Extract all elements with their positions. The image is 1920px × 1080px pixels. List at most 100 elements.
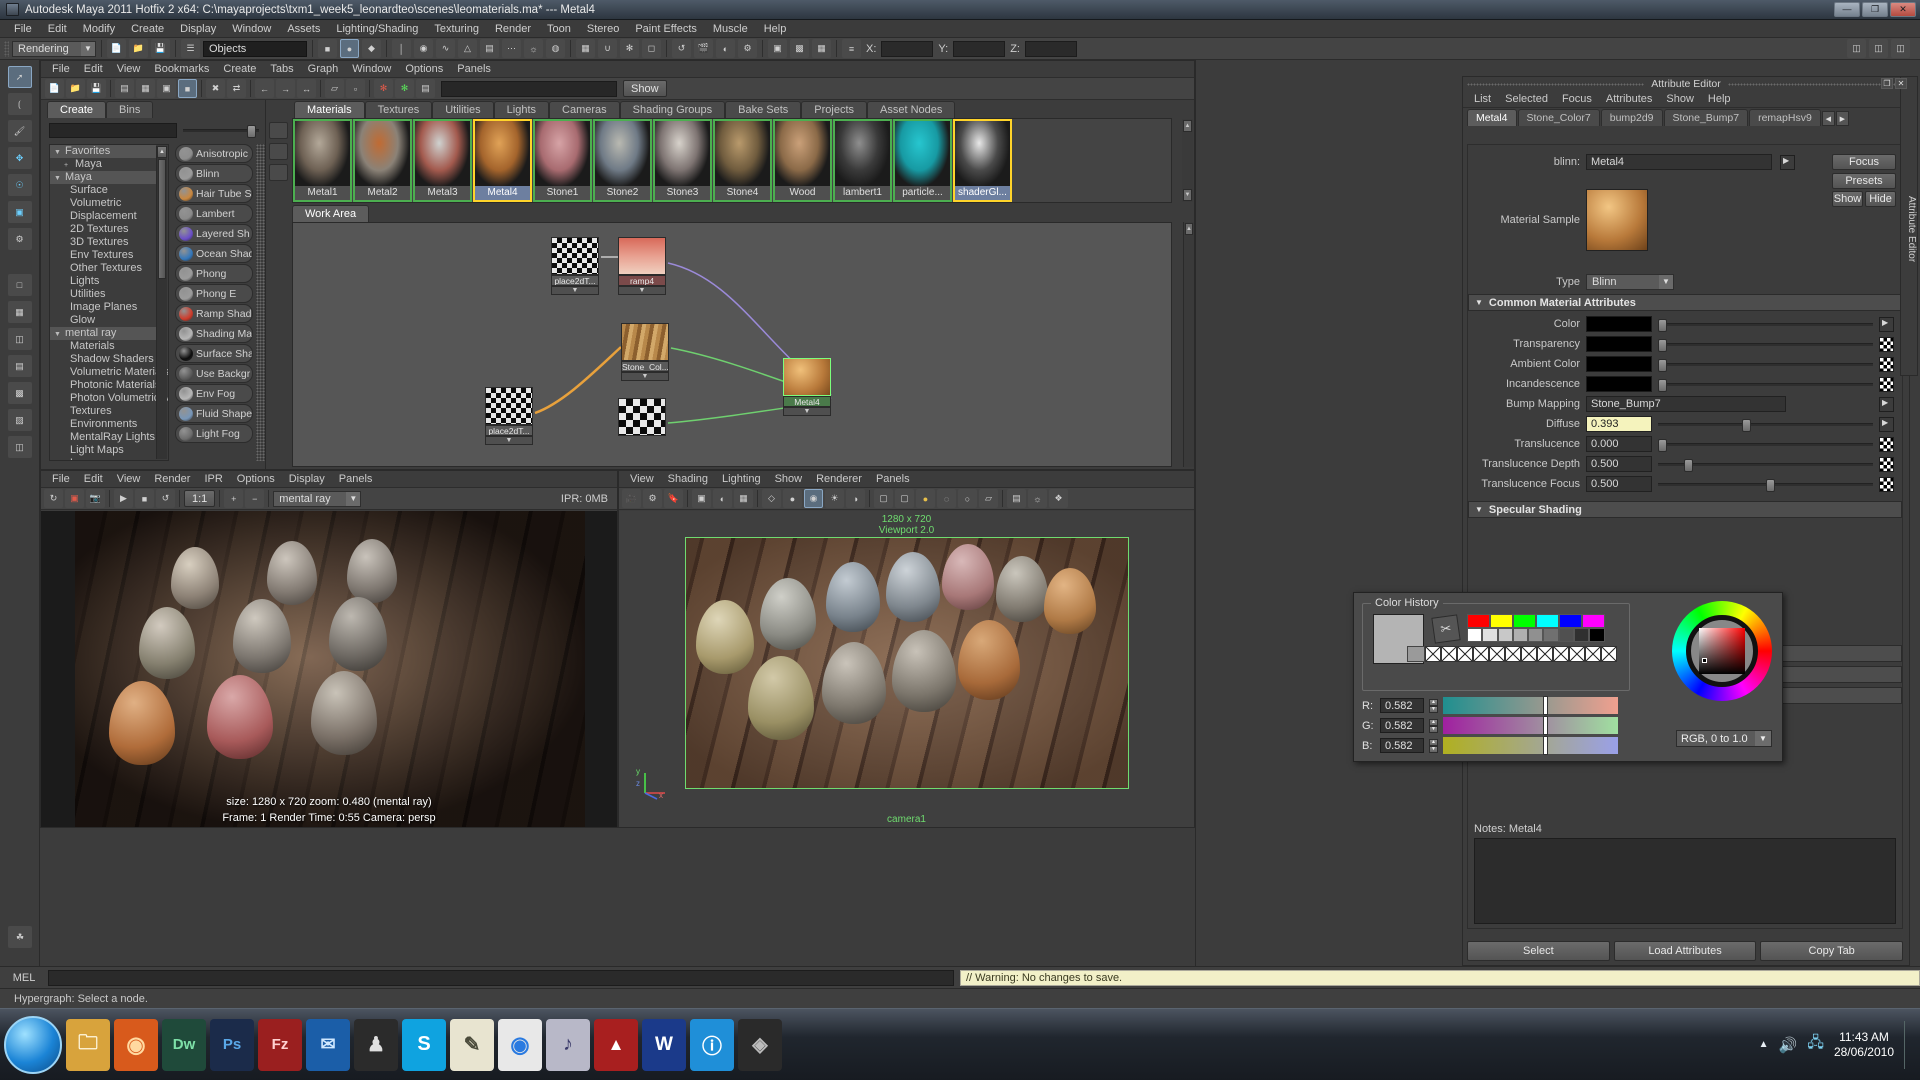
viewport-menu-shading[interactable]: Shading bbox=[661, 471, 715, 488]
slider-thumb[interactable] bbox=[1658, 359, 1667, 372]
ae-close-button[interactable]: ✕ bbox=[1895, 78, 1907, 89]
attr-slider-translucence[interactable] bbox=[1658, 443, 1873, 446]
create-bar-filter-input[interactable] bbox=[49, 123, 177, 138]
chrome-icon[interactable]: ◉ bbox=[498, 1019, 542, 1071]
toolbar-gripper[interactable] bbox=[4, 41, 9, 57]
menu-texturing[interactable]: Texturing bbox=[426, 20, 487, 38]
shader-item-ramp-shad[interactable]: Ramp Shad bbox=[175, 304, 253, 323]
dreamweaver-icon[interactable]: Dw bbox=[162, 1019, 206, 1071]
dock-tab-attribute-editor[interactable]: Attribute Editor bbox=[1900, 76, 1918, 376]
twisty-icon[interactable]: ▼ bbox=[54, 172, 65, 185]
color-history-cell-9[interactable] bbox=[1569, 646, 1585, 662]
work-area-left-grip[interactable] bbox=[266, 222, 278, 467]
material-swatch-lambert1[interactable]: lambert1 bbox=[833, 119, 892, 202]
vp-image-plane-icon[interactable]: ▣ bbox=[692, 489, 711, 508]
ae-menu-show[interactable]: Show bbox=[1659, 91, 1701, 108]
hs-graph-materials-icon[interactable]: ✻ bbox=[374, 79, 393, 98]
tab-create[interactable]: Create bbox=[47, 101, 106, 118]
channel-spinner[interactable]: ▲▼ bbox=[1429, 699, 1438, 713]
color-history-cell-3[interactable] bbox=[1473, 646, 1489, 662]
scroll-down-icon[interactable]: ▼ bbox=[1183, 189, 1192, 201]
mask-joints-icon[interactable]: ◉ bbox=[414, 39, 433, 58]
channel-slider[interactable] bbox=[1443, 717, 1618, 734]
shader-item-env-fog[interactable]: Env Fog bbox=[175, 384, 253, 403]
palette-hue-3[interactable] bbox=[1536, 614, 1559, 628]
notepad-icon[interactable]: ✎ bbox=[450, 1019, 494, 1071]
node-checker-texture[interactable] bbox=[618, 398, 666, 436]
rv-ipr-start-icon[interactable]: ▶ bbox=[114, 489, 133, 508]
render-view-menu-render[interactable]: Render bbox=[147, 471, 197, 488]
layout-two-panes-icon[interactable]: ◫ bbox=[8, 436, 32, 458]
work-area-scrollbar[interactable]: ▲ bbox=[1183, 222, 1194, 467]
presets-button[interactable]: Presets bbox=[1832, 173, 1896, 189]
runner-icon[interactable]: ♟ bbox=[354, 1019, 398, 1071]
vp-texture-filter-icon[interactable]: ▤ bbox=[1007, 489, 1026, 508]
show-sidebar-icon[interactable]: ◫ bbox=[1847, 39, 1866, 58]
word-icon[interactable]: W bbox=[642, 1019, 686, 1071]
spinner-up-icon[interactable]: ▲ bbox=[1429, 739, 1438, 746]
vp-two-sided-lighting-icon[interactable]: ◐ bbox=[713, 489, 732, 508]
filezilla-icon[interactable]: Fz bbox=[258, 1019, 302, 1071]
color-history-cell-1[interactable] bbox=[1441, 646, 1457, 662]
tree-item-surface[interactable]: Surface bbox=[50, 184, 156, 197]
scroll-up-icon[interactable]: ▲ bbox=[1183, 120, 1192, 132]
palette-hue-2[interactable] bbox=[1513, 614, 1536, 628]
attr-color-swatch-transparency[interactable] bbox=[1586, 336, 1652, 352]
palette-gray-0[interactable] bbox=[1467, 628, 1482, 642]
palette-gray-3[interactable] bbox=[1513, 628, 1528, 642]
attr-input-bump-mapping[interactable]: Stone_Bump7 bbox=[1586, 396, 1786, 412]
slider-thumb[interactable] bbox=[1658, 319, 1667, 332]
palette-hue-0[interactable] bbox=[1467, 614, 1490, 628]
tree-item-glow[interactable]: Glow bbox=[50, 314, 156, 327]
attr-slider-translucence-focus[interactable] bbox=[1658, 483, 1873, 486]
show-button[interactable]: Show bbox=[1832, 191, 1863, 207]
attr-slider-diffuse[interactable] bbox=[1658, 423, 1873, 426]
scroll-up-icon[interactable]: ▲ bbox=[157, 146, 167, 158]
close-button[interactable]: ✕ bbox=[1890, 2, 1916, 17]
history-current-cell[interactable] bbox=[1407, 646, 1425, 662]
hs-rearrange-graph-icon[interactable]: ⇄ bbox=[227, 79, 246, 98]
spinner-down-icon[interactable]: ▼ bbox=[1429, 746, 1438, 753]
layout-single-perspective-icon[interactable]: □ bbox=[8, 274, 32, 296]
node-stone-color7[interactable]: Stone_Col... ▼ bbox=[621, 323, 669, 381]
scroll-up-icon[interactable]: ▲ bbox=[1185, 223, 1193, 235]
attr-color-swatch-color[interactable] bbox=[1586, 316, 1652, 332]
tab-work-area[interactable]: Work Area bbox=[292, 205, 369, 222]
vp-textured-icon[interactable]: ◉ bbox=[804, 489, 823, 508]
attr-map-button-incandescence[interactable] bbox=[1879, 377, 1894, 392]
attr-input-translucence-focus[interactable]: 0.500 bbox=[1586, 476, 1652, 492]
select-button[interactable]: Select bbox=[1467, 941, 1610, 961]
menu-create[interactable]: Create bbox=[123, 20, 172, 38]
node-editor-icon[interactable]: ▦ bbox=[812, 39, 831, 58]
hs-save-icon[interactable]: 💾 bbox=[87, 79, 106, 98]
mask-rendering-icon[interactable]: ☼ bbox=[524, 39, 543, 58]
ae-menu-help[interactable]: Help bbox=[1701, 91, 1738, 108]
color-history-cell-0[interactable] bbox=[1425, 646, 1441, 662]
palette-hue-row[interactable] bbox=[1467, 614, 1605, 628]
tree-item-other-textures[interactable]: Other Textures bbox=[50, 262, 156, 275]
browser-tab-projects[interactable]: Projects bbox=[801, 101, 867, 118]
notes-textarea[interactable] bbox=[1474, 838, 1896, 924]
hs-show-button[interactable]: Show bbox=[623, 80, 667, 97]
photoshop-icon[interactable]: Ps bbox=[210, 1019, 254, 1071]
minimize-button[interactable]: — bbox=[1834, 2, 1860, 17]
select-by-hierarchy-icon[interactable]: ■ bbox=[318, 39, 337, 58]
material-swatch-wood[interactable]: Wood bbox=[773, 119, 832, 202]
search-icon[interactable]: ⓘ bbox=[690, 1019, 734, 1071]
section-specular-shading[interactable]: ▼ Specular Shading bbox=[1468, 501, 1902, 518]
rv-zoom-in-icon[interactable]: + bbox=[224, 489, 243, 508]
render-view-menu-edit[interactable]: Edit bbox=[77, 471, 110, 488]
slider-thumb[interactable] bbox=[1742, 419, 1751, 432]
viewport-menu-view[interactable]: View bbox=[623, 471, 661, 488]
attr-map-button-transparency[interactable] bbox=[1879, 337, 1894, 352]
browser-tab-materials[interactable]: Materials bbox=[294, 101, 365, 118]
tree-item-lights[interactable]: Lights bbox=[50, 275, 156, 288]
hypershade-menu-create[interactable]: Create bbox=[216, 61, 263, 78]
browser-tab-utilities[interactable]: Utilities bbox=[432, 101, 493, 118]
material-swatch-strip[interactable]: Metal1Metal2Metal3Metal4Stone1Stone2Ston… bbox=[292, 118, 1172, 203]
spinner-down-icon[interactable]: ▼ bbox=[1429, 726, 1438, 733]
rv-snapshot-icon[interactable]: 📷 bbox=[86, 489, 105, 508]
hs-graph-network-icon[interactable]: ▤ bbox=[416, 79, 435, 98]
tree-item-photon-volumetric-ma-[interactable]: Photon Volumetric Ma... bbox=[50, 392, 156, 405]
network-icon[interactable]: 🖧 bbox=[1807, 1032, 1824, 1057]
